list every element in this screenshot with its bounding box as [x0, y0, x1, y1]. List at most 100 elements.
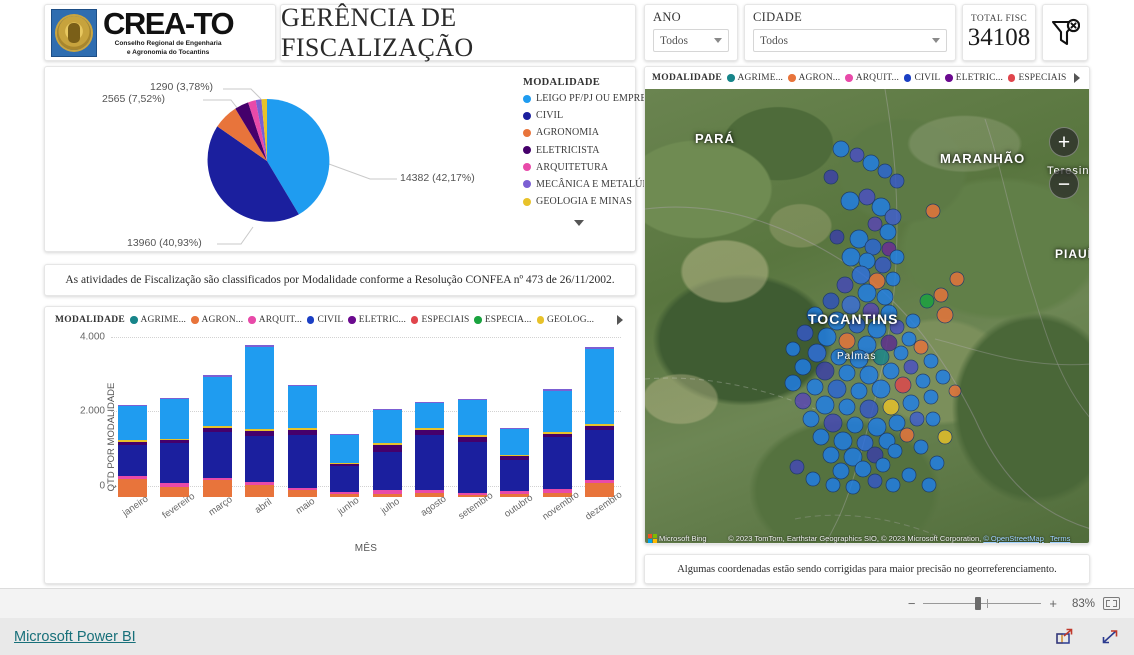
stacked-bar-janeiro	[117, 404, 147, 497]
pie-legend-label: AGRONOMIA	[536, 127, 600, 139]
bar-legend-item-agronomia[interactable]: AGRON...	[191, 315, 243, 325]
pie-legend-label: CIVIL	[536, 110, 564, 122]
y-tick-label: 4.000	[79, 331, 105, 343]
pie-legend-item-arquitetura[interactable]: ARQUITETURA	[523, 162, 635, 173]
bar-slot[interactable]	[494, 337, 537, 497]
bar-slot[interactable]	[536, 337, 579, 497]
zoom-out-button[interactable]: −	[908, 596, 916, 611]
bar-legend-label: GEOLOG...	[547, 315, 595, 325]
attribution-text: © 2023 TomTom, Earthstar Geographics SIO…	[713, 534, 1086, 543]
pie-legend-label: GEOLOGIA E MINAS	[536, 196, 633, 208]
bar-slot[interactable]	[111, 337, 154, 497]
pie-legend-scroll-down[interactable]	[523, 213, 635, 231]
bar-plot-area[interactable]: QTD POR MODALIDADE 4.000 2.000 0 janeiro…	[55, 332, 625, 555]
bar-legend-label: ELETRIC...	[358, 315, 406, 325]
pie-slices[interactable]	[207, 98, 330, 222]
bar-legend-item-especializacao[interactable]: ESPECIA...	[474, 315, 531, 325]
map-legend-item-civil[interactable]: CIVIL	[903, 73, 940, 83]
bar-series-group[interactable]	[111, 337, 621, 497]
map-zoom-out-button[interactable]: −	[1049, 169, 1079, 199]
bar-legend-item-geologia[interactable]: GEOLOG...	[536, 315, 595, 325]
map-visual-fiscalizacoes[interactable]: MODALIDADE AGRIME... AGRON... ARQUIT... …	[644, 66, 1090, 544]
openstreetmap-link[interactable]: © OpenStreetMap	[983, 534, 1044, 543]
zoom-slider[interactable]	[923, 597, 1042, 610]
zoom-slider-track	[923, 603, 1042, 604]
bar-slot[interactable]	[579, 337, 622, 497]
pie-legend-item-mecanica[interactable]: MECÂNICA E METALÚRGICA	[523, 179, 674, 190]
legend-swatch-icon	[945, 74, 953, 82]
legend-swatch-icon	[523, 128, 531, 137]
map-legend-item-eletricista[interactable]: ELETRIC...	[945, 73, 1003, 83]
bar-slot[interactable]	[451, 337, 494, 497]
stacked-bar-agosto	[415, 401, 445, 497]
bing-logo-icon: Microsoft Bing	[648, 533, 707, 543]
share-icon[interactable]	[1054, 628, 1074, 646]
bar-slot[interactable]	[324, 337, 367, 497]
map-legend-item-especiais[interactable]: ESPECIAIS	[1007, 73, 1067, 83]
map-zoom-in-button[interactable]: +	[1049, 127, 1079, 157]
powerbi-report-page: CREA-TO Conselho Regional de Engenharia …	[0, 0, 1134, 655]
stacked-bar-fevereiro	[160, 397, 190, 497]
pie-legend-item-civil[interactable]: CIVIL	[523, 110, 635, 121]
chevron-right-icon[interactable]	[1074, 73, 1080, 83]
zoom-control[interactable]: − + 83%	[908, 596, 1120, 611]
y-tick-label: 0	[99, 480, 105, 492]
slicer-ano-dropdown[interactable]: Todos	[653, 29, 729, 52]
slicer-ano[interactable]: ANO Todos	[644, 4, 738, 61]
map-legend-item-agrimensura[interactable]: AGRIME...	[727, 73, 783, 83]
pie-chart-modalidade[interactable]: 14382 (42,17%) 13960 (40,93%) 2565 (7,52…	[44, 66, 674, 253]
fit-to-page-icon[interactable]	[1103, 597, 1120, 610]
bar-slot[interactable]	[409, 337, 452, 497]
chevron-down-icon	[574, 220, 584, 227]
bar-legend-label: AGRON...	[201, 315, 244, 325]
bar-legend-label: ARQUIT...	[258, 315, 302, 325]
pie-legend-title: MODALIDADE	[523, 77, 601, 88]
slicer-cidade-dropdown[interactable]: Todos	[753, 29, 947, 52]
terms-link[interactable]: Terms	[1050, 534, 1070, 543]
pie-legend-item-agronomia[interactable]: AGRONOMIA	[523, 127, 635, 138]
x-tick-label: julho	[379, 496, 403, 517]
bar-chart-qtd-por-mes[interactable]: MODALIDADE AGRIME... AGRON... ARQUIT... …	[44, 306, 636, 584]
pie-label-civil: 13960 (40,93%)	[127, 237, 202, 249]
power-bi-link[interactable]: Microsoft Power BI	[14, 629, 136, 645]
map-legend[interactable]: MODALIDADE AGRIME... AGRON... ARQUIT... …	[645, 67, 1089, 89]
bar-slot[interactable]	[154, 337, 197, 497]
bar-legend[interactable]: MODALIDADE AGRIME... AGRON... ARQUIT... …	[55, 315, 625, 325]
bar-slot[interactable]	[366, 337, 409, 497]
zoom-in-button[interactable]: +	[1049, 596, 1057, 611]
bar-legend-label: AGRIME...	[140, 315, 187, 325]
zoom-slider-thumb[interactable]	[975, 597, 982, 610]
pie-legend[interactable]: MODALIDADE LEIGO PF/PJ OU EMPRESA CIVIL …	[523, 77, 674, 231]
clear-filters-button[interactable]	[1042, 4, 1088, 61]
bar-slot[interactable]	[239, 337, 282, 497]
bar-legend-item-especiais[interactable]: ESPECIAIS	[410, 315, 469, 325]
map-legend-label: ESPECIAIS	[1018, 73, 1067, 83]
pie-legend-item-geologia[interactable]: GEOLOGIA E MINAS	[523, 196, 635, 207]
map-label-tocantins: TOCANTINS	[808, 311, 899, 327]
legend-swatch-icon	[410, 316, 419, 324]
bar-legend-item-arquitetura[interactable]: ARQUIT...	[248, 315, 302, 325]
pie-plot-area[interactable]: 14382 (42,17%) 13960 (40,93%) 2565 (7,52…	[45, 67, 475, 253]
chevron-right-icon[interactable]	[617, 315, 623, 325]
map-note-text: Algumas coordenadas estão sendo corrigid…	[677, 563, 1057, 575]
pie-legend-label: LEIGO PF/PJ OU EMPRESA	[536, 93, 660, 104]
pie-label-eletricista: 1290 (3,78%)	[150, 81, 214, 93]
legend-swatch-icon	[474, 316, 482, 324]
bar-slot[interactable]	[281, 337, 324, 497]
bar-slot[interactable]	[196, 337, 239, 497]
legend-swatch-icon	[845, 74, 853, 82]
bar-legend-item-civil[interactable]: CIVIL	[306, 315, 343, 325]
pie-legend-item-leigo[interactable]: LEIGO PF/PJ OU EMPRESA	[523, 93, 660, 104]
slicer-cidade[interactable]: CIDADE Todos	[744, 4, 956, 61]
legend-swatch-icon	[903, 74, 912, 82]
pie-label-leigo: 14382 (42,17%)	[400, 172, 475, 184]
bar-legend-title: MODALIDADE	[55, 315, 126, 325]
map-legend-item-arquitetura[interactable]: ARQUIT...	[845, 73, 899, 83]
map-legend-item-agronomia[interactable]: AGRON...	[788, 73, 840, 83]
map-canvas[interactable]: PARÁ MARANHÃO Teresina PIAUÍ TOCANTINS P…	[645, 89, 1089, 543]
bar-legend-item-agrimensura[interactable]: AGRIME...	[130, 315, 186, 325]
kpi-total-fisc: TOTAL FISC 34108	[962, 4, 1036, 61]
bar-legend-item-eletricista[interactable]: ELETRIC...	[348, 315, 406, 325]
pie-legend-item-eletricista[interactable]: ELETRICISTA	[523, 145, 635, 156]
fullscreen-icon[interactable]	[1100, 628, 1120, 646]
